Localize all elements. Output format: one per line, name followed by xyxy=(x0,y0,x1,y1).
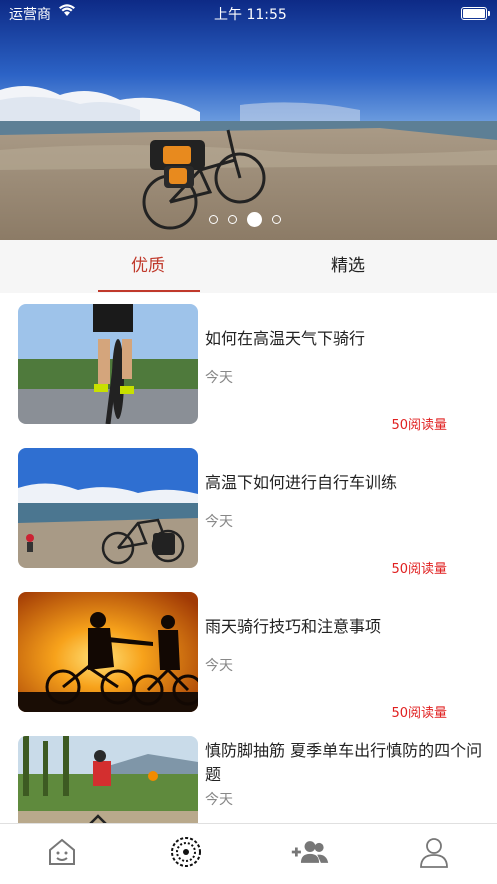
profile-icon xyxy=(420,838,448,868)
nav-discover[interactable] xyxy=(166,832,206,872)
banner-image xyxy=(0,0,497,240)
tab-quality[interactable]: 优质 xyxy=(48,240,248,293)
category-tabs: 优质 精选 xyxy=(0,240,497,293)
add-friend-icon xyxy=(291,841,329,863)
battery-icon xyxy=(461,7,490,20)
active-tab-indicator xyxy=(98,290,200,292)
pagination-dot-active[interactable] xyxy=(247,212,262,227)
nav-profile[interactable] xyxy=(414,832,454,872)
list-item[interactable]: 雨天骑行技巧和注意事项 今天 50阅读量 xyxy=(0,581,497,725)
banner-pagination[interactable] xyxy=(209,212,281,227)
article-date: 今天 xyxy=(205,792,233,808)
status-time: 上午 11:55 xyxy=(214,7,287,23)
article-date: 今天 xyxy=(205,658,233,674)
list-item[interactable]: 如何在高温天气下骑行 今天 50阅读量 xyxy=(0,293,497,437)
article-thumbnail xyxy=(18,448,198,568)
wifi-icon xyxy=(58,3,76,17)
pagination-dot[interactable] xyxy=(209,215,218,224)
read-count: 50阅读量 xyxy=(391,562,447,577)
status-bar: 运营商 上午 11:55 xyxy=(0,0,497,26)
article-date: 今天 xyxy=(205,370,233,386)
carrier-label: 运营商 xyxy=(9,7,51,23)
bottom-tab-bar xyxy=(0,823,497,884)
article-thumbnail xyxy=(18,592,198,712)
read-count: 50阅读量 xyxy=(391,418,447,433)
article-list[interactable]: 如何在高温天气下骑行 今天 50阅读量 高温下如何进行自行车训练 今天 50阅读… xyxy=(0,293,497,823)
home-face-icon xyxy=(49,838,75,865)
pagination-dot[interactable] xyxy=(228,215,237,224)
list-item[interactable]: 慎防脚抽筋 夏季单车出行慎防的四个问题 今天 xyxy=(0,725,497,823)
article-date: 今天 xyxy=(205,514,233,530)
article-title[interactable]: 高温下如何进行自行车训练 xyxy=(205,471,485,495)
hero-banner[interactable]: 运营商 上午 11:55 xyxy=(0,0,497,240)
discover-circle-icon xyxy=(171,837,201,867)
article-thumbnail xyxy=(18,304,198,424)
tab-featured[interactable]: 精选 xyxy=(248,240,448,293)
list-item[interactable]: 高温下如何进行自行车训练 今天 50阅读量 xyxy=(0,437,497,581)
nav-add-friend[interactable] xyxy=(290,832,330,872)
article-title[interactable]: 雨天骑行技巧和注意事项 xyxy=(205,615,485,639)
read-count: 50阅读量 xyxy=(391,706,447,721)
article-thumbnail xyxy=(18,736,198,823)
nav-home[interactable] xyxy=(42,832,82,872)
pagination-dot[interactable] xyxy=(272,215,281,224)
article-title[interactable]: 慎防脚抽筋 夏季单车出行慎防的四个问题 xyxy=(205,739,485,787)
article-title[interactable]: 如何在高温天气下骑行 xyxy=(205,327,485,351)
